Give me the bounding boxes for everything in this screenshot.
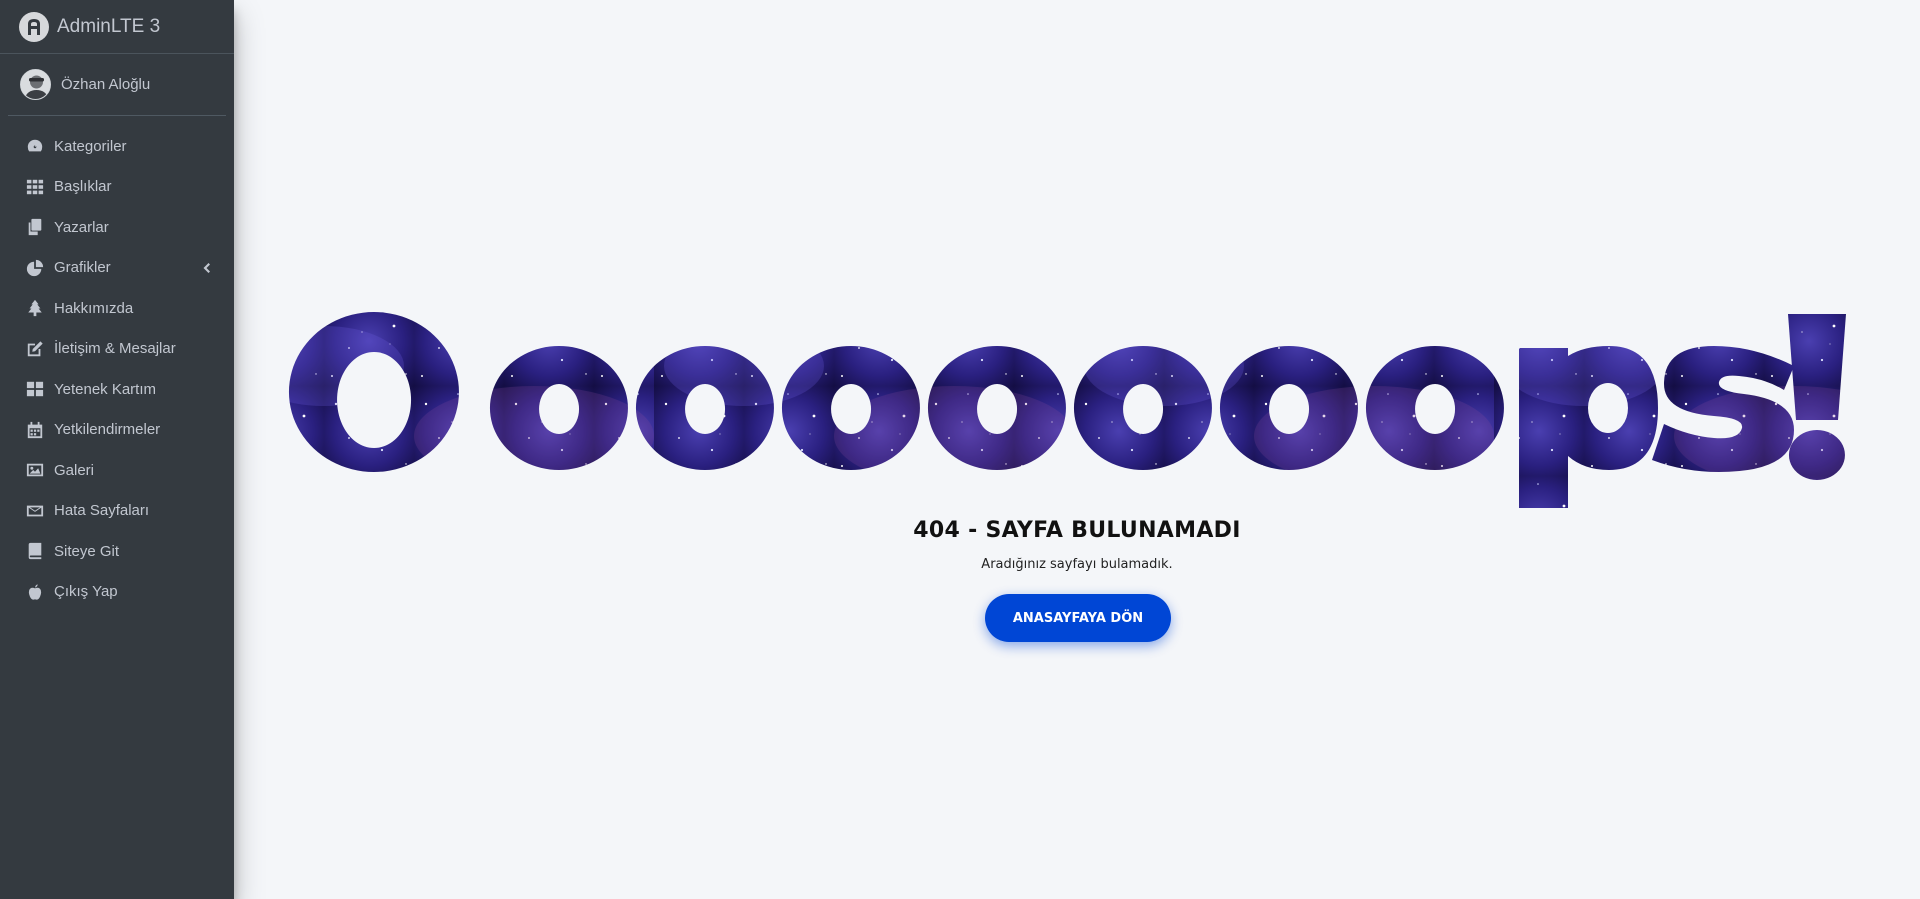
- main-content: 404 - SAYFA BULUNAMADI Aradığınız sayfay…: [234, 0, 1920, 899]
- th-large-icon: [25, 380, 44, 399]
- tree-icon: [25, 299, 44, 318]
- copy-icon: [25, 218, 44, 237]
- sidebar-item-label: Başlıklar: [54, 178, 112, 196]
- error-message: Aradığınız sayfayı bulamadık.: [981, 557, 1173, 572]
- sidebar-item-yazarlar[interactable]: Yazarlar: [8, 207, 226, 248]
- sidebar-item-label: Çıkış Yap: [54, 583, 118, 601]
- book-icon: [25, 542, 44, 561]
- sidebar-item-label: Yetenek Kartım: [54, 380, 157, 398]
- sidebar-item-cikis-yap[interactable]: Çıkış Yap: [8, 572, 226, 613]
- sidebar-item-label: Hakkımızda: [54, 299, 134, 317]
- brand-link[interactable]: AdminLTE 3: [0, 0, 234, 54]
- sidebar-item-yetenek-kartim[interactable]: Yetenek Kartım: [8, 369, 226, 410]
- sidebar-item-galeri[interactable]: Galeri: [8, 450, 226, 491]
- sidebar-item-label: Kategoriler: [54, 137, 127, 155]
- sidebar-item-kategoriler[interactable]: Kategoriler: [8, 126, 226, 167]
- brand-text: AdminLTE 3: [57, 15, 161, 37]
- apple-icon: [25, 582, 44, 601]
- sidebar-item-label: Galeri: [54, 461, 95, 479]
- calendar-icon: [25, 420, 44, 439]
- sidebar-item-label: Yetkilendirmeler: [54, 421, 161, 439]
- chevron-left-icon[interactable]: [200, 261, 212, 275]
- sidebar: AdminLTE 3 Özhan Aloğlu Kategoriler Başl…: [0, 0, 234, 899]
- error-heading: 404 - SAYFA BULUNAMADI: [913, 518, 1241, 543]
- tachometer-icon: [25, 137, 44, 156]
- sidebar-item-basliklar[interactable]: Başlıklar: [8, 167, 226, 208]
- sidebar-item-label: İletişim & Mesajlar: [54, 340, 176, 358]
- sidebar-item-yetkilendirmeler[interactable]: Yetkilendirmeler: [8, 410, 226, 451]
- sidebar-item-siteye-git[interactable]: Siteye Git: [8, 531, 226, 572]
- back-to-home-button[interactable]: ANASAYFAYA DÖN: [985, 594, 1171, 642]
- th-icon: [25, 177, 44, 196]
- sidebar-item-label: Hata Sayfaları: [54, 502, 150, 520]
- sidebar-item-grafikler[interactable]: Grafikler: [8, 248, 226, 289]
- sidebar-item-label: Grafikler: [54, 259, 111, 277]
- edit-icon: [25, 339, 44, 358]
- sidebar-item-iletisim-mesajlar[interactable]: İletişim & Mesajlar: [8, 329, 226, 370]
- oops-galaxy-text: [288, 312, 1846, 508]
- sidebar-item-hata-sayfalari[interactable]: Hata Sayfaları: [8, 491, 226, 532]
- sidebar-item-hakkimizda[interactable]: Hakkımızda: [8, 288, 226, 329]
- brand-logo-icon: [19, 11, 49, 42]
- image-icon: [25, 461, 44, 480]
- user-name: Özhan Aloğlu: [61, 76, 151, 93]
- chart-pie-icon: [25, 258, 44, 277]
- sidebar-nav: Kategoriler Başlıklar Yazarlar Grafikler: [0, 126, 234, 612]
- avatar: [20, 69, 51, 100]
- user-panel[interactable]: Özhan Aloğlu: [8, 54, 226, 116]
- oops-headline: [234, 296, 1920, 516]
- envelope-icon: [25, 501, 44, 520]
- sidebar-item-label: Siteye Git: [54, 542, 120, 560]
- sidebar-item-label: Yazarlar: [54, 218, 109, 236]
